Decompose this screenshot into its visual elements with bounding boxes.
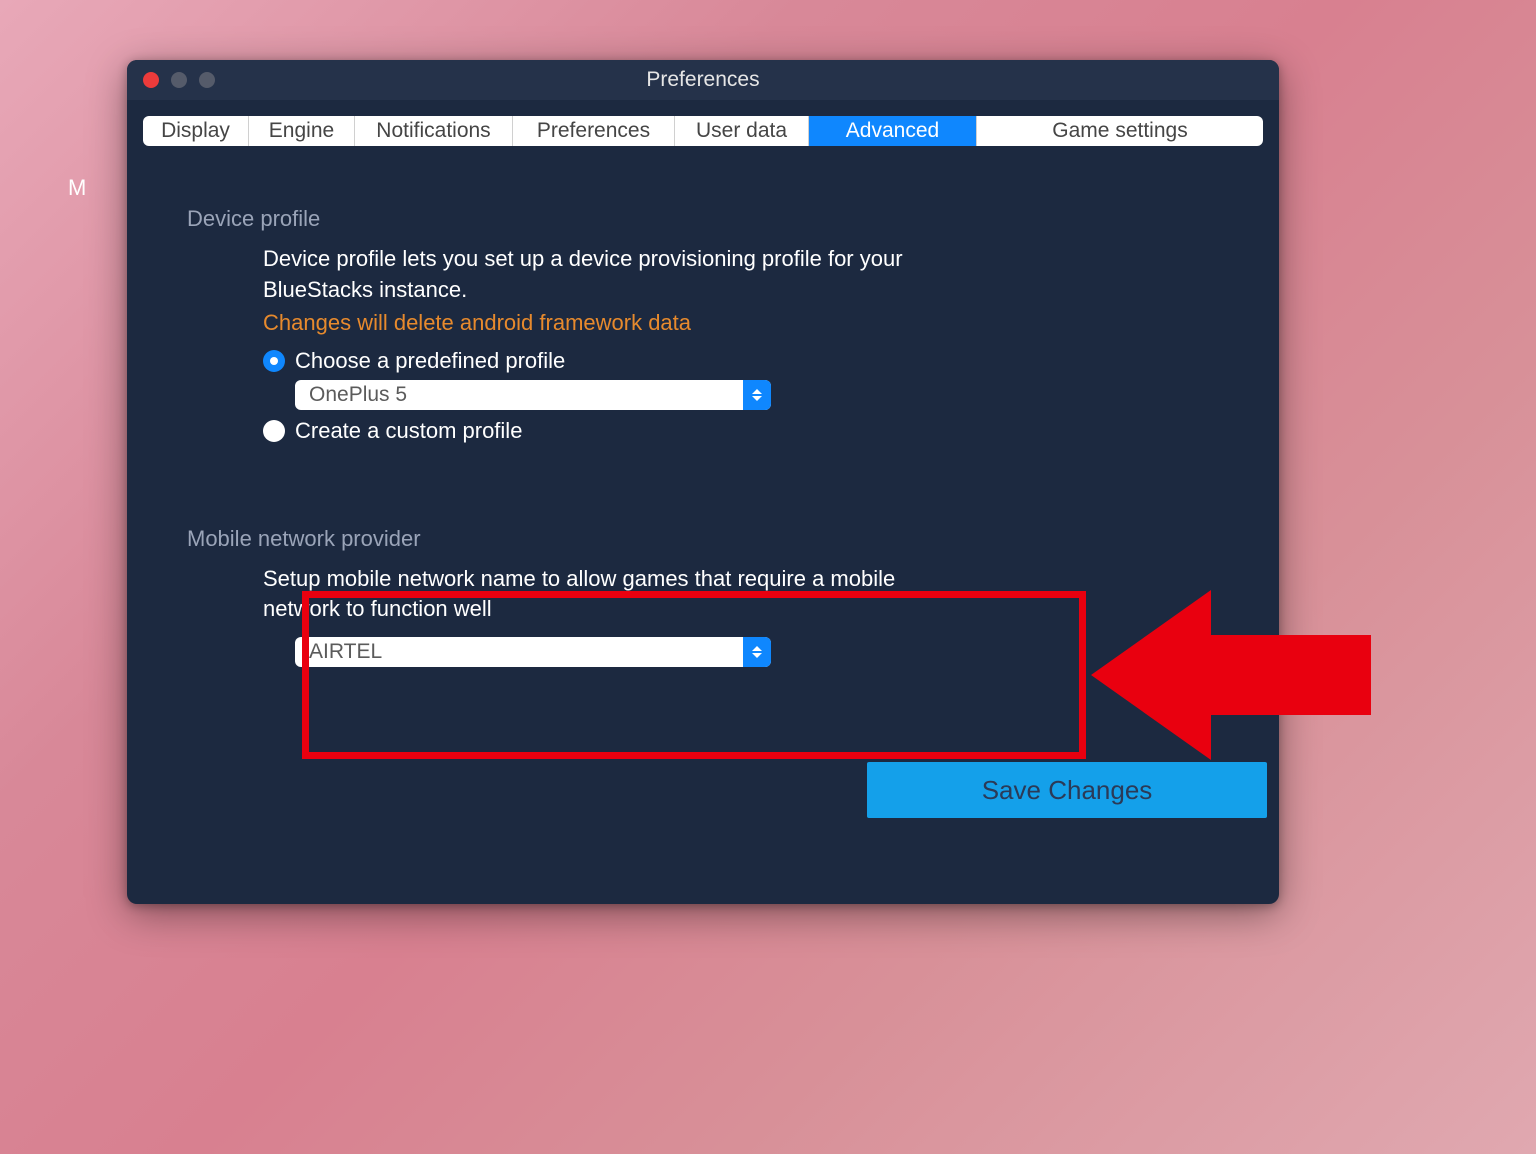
tab-user-data[interactable]: User data <box>675 116 809 146</box>
tab-game-settings[interactable]: Game settings <box>977 116 1263 146</box>
mobile-network-description: Setup mobile network name to allow games… <box>263 564 923 626</box>
preferences-window: Preferences Display Engine Notifications… <box>127 60 1279 904</box>
radio-label: Create a custom profile <box>295 418 522 444</box>
device-profile-warning: Changes will delete android framework da… <box>263 310 1219 336</box>
chevron-down-icon <box>752 653 762 658</box>
tab-engine[interactable]: Engine <box>249 116 355 146</box>
tab-preferences[interactable]: Preferences <box>513 116 675 146</box>
device-profile-description: Device profile lets you set up a device … <box>263 244 953 306</box>
radio-icon <box>263 420 285 442</box>
radio-label: Choose a predefined profile <box>295 348 565 374</box>
chevron-up-icon <box>752 646 762 651</box>
radio-icon <box>263 350 285 372</box>
close-button[interactable] <box>143 72 159 88</box>
select-handle-icon <box>743 637 771 667</box>
chevron-down-icon <box>752 396 762 401</box>
save-changes-button[interactable]: Save Changes <box>867 762 1267 818</box>
tab-bar: Display Engine Notifications Preferences… <box>143 116 1263 146</box>
device-profile-heading: Device profile <box>187 206 1219 232</box>
predefined-profile-select[interactable]: OnePlus 5 <box>295 380 771 410</box>
minimize-button[interactable] <box>171 72 187 88</box>
tab-advanced[interactable]: Advanced <box>809 116 977 146</box>
content-area: Device profile Device profile lets you s… <box>127 146 1279 667</box>
mobile-network-heading: Mobile network provider <box>187 526 1219 552</box>
titlebar: Preferences <box>127 60 1279 100</box>
traffic-lights <box>143 72 215 88</box>
select-handle-icon <box>743 380 771 410</box>
mobile-network-select[interactable]: AIRTEL <box>295 637 771 667</box>
select-value: OnePlus 5 <box>295 383 407 407</box>
select-value: AIRTEL <box>295 640 382 664</box>
radio-predefined-profile[interactable]: Choose a predefined profile <box>263 348 1219 374</box>
chevron-up-icon <box>752 389 762 394</box>
tab-display[interactable]: Display <box>143 116 249 146</box>
window-title: Preferences <box>127 68 1279 92</box>
tab-notifications[interactable]: Notifications <box>355 116 513 146</box>
maximize-button[interactable] <box>199 72 215 88</box>
desktop-label: M <box>68 175 86 201</box>
radio-custom-profile[interactable]: Create a custom profile <box>263 418 1219 444</box>
